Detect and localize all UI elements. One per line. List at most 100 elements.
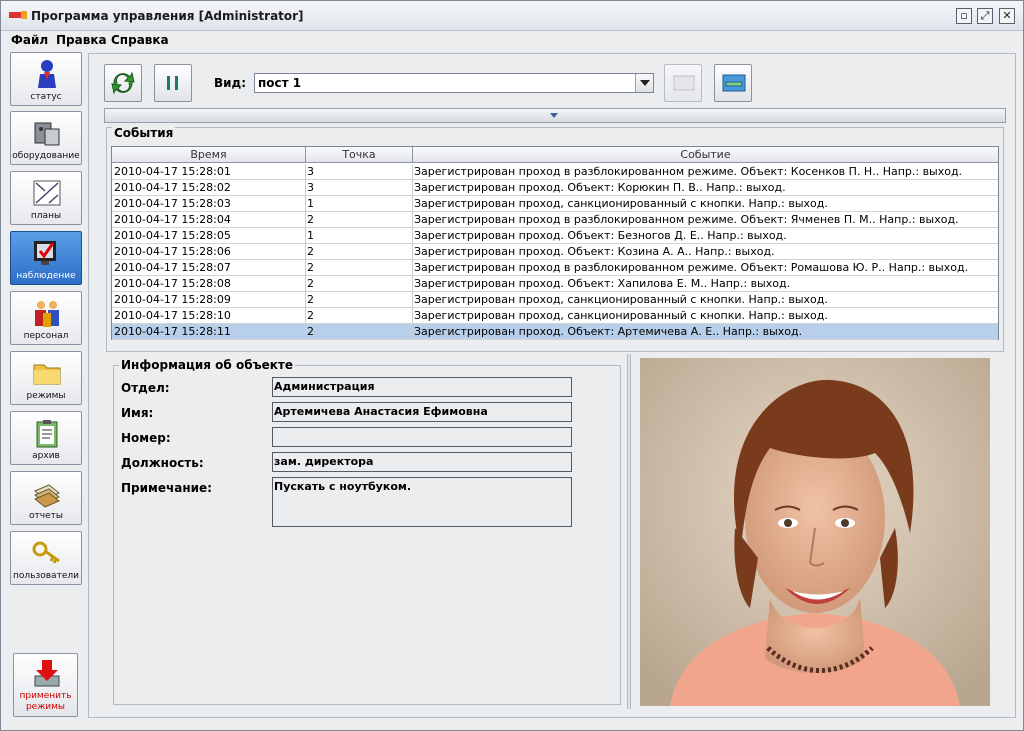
chevron-down-icon[interactable] xyxy=(635,74,653,92)
table-cell-event: Зарегистрирован проход. Объект: Артемиче… xyxy=(414,325,803,338)
sidebar-item-label: статус xyxy=(30,92,62,102)
sidebar-item-personnel[interactable]: персонал xyxy=(10,291,82,345)
note-field[interactable]: Пускать с ноутбуком. xyxy=(272,477,572,527)
table-cell-event: Зарегистрирован проход, санкционированны… xyxy=(414,293,828,306)
table-row[interactable]: 2010-04-17 15:28:02 3 Зарегистрирован прох… xyxy=(112,180,998,196)
table-cell-time: 2010-04-17 15:28:03 xyxy=(114,197,231,210)
sidebar-item-label: архив xyxy=(32,451,60,461)
table-row[interactable]: 2010-04-17 15:28:04 2 Зарегистрирован прох… xyxy=(112,212,998,228)
column-header-event[interactable]: Событие xyxy=(413,148,998,162)
clipboard-icon xyxy=(36,420,58,448)
collapse-splitter[interactable] xyxy=(104,108,1006,123)
table-cell-point: 2 xyxy=(307,261,314,274)
sidebar-item-modes[interactable]: режимы xyxy=(10,351,82,405)
view-select-value: пост 1 xyxy=(258,76,302,90)
view-select[interactable]: пост 1 xyxy=(254,73,654,93)
table-row[interactable]: 2010-04-17 15:28:11 2 Зарегистрирован прох… xyxy=(112,324,998,340)
minimize-icon[interactable]: ▫ xyxy=(956,8,972,24)
sidebar-item-label: планы xyxy=(30,211,62,221)
sidebar-item-reports[interactable]: отчеты xyxy=(10,471,82,525)
table-cell-time: 2010-04-17 15:28:02 xyxy=(114,181,231,194)
table-header: Время Точка Событие xyxy=(112,147,998,163)
table-cell-event: Зарегистрирован проход. Объект: Корюкин … xyxy=(414,181,786,194)
refresh-button[interactable] xyxy=(104,64,142,102)
menu-help[interactable]: Справка xyxy=(111,33,169,47)
sidebar-item-label: режимы xyxy=(26,391,66,401)
app-icon xyxy=(9,11,27,19)
table-row[interactable]: 2010-04-17 15:28:03 1 Зарегистрирован прох… xyxy=(112,196,998,212)
table-cell-event: Зарегистрирован проход в разблокированно… xyxy=(414,213,959,226)
key-icon xyxy=(32,541,60,564)
table-row[interactable]: 2010-04-17 15:28:06 2 Зарегистрирован прох… xyxy=(112,244,998,260)
apply-modes-label: применить режимы xyxy=(14,691,77,713)
sidebar-item-plans[interactable]: планы xyxy=(10,171,82,225)
maximize-icon[interactable]: ⤢ xyxy=(977,8,993,24)
close-icon[interactable]: ✕ xyxy=(999,8,1015,24)
table-cell-point: 3 xyxy=(307,181,314,194)
table-row[interactable]: 2010-04-17 15:28:05 1 Зарегистрирован прох… xyxy=(112,228,998,244)
panel-divider[interactable] xyxy=(627,354,631,709)
field-label-department: Отдел: xyxy=(121,381,170,395)
pause-button[interactable] xyxy=(154,64,192,102)
status-icon xyxy=(38,60,56,88)
table-row[interactable]: 2010-04-17 15:28:01 3 Зарегистрирован прох… xyxy=(112,164,998,180)
table-cell-time: 2010-04-17 15:28:05 xyxy=(114,229,231,242)
position-field[interactable]: зам. директора xyxy=(272,452,572,472)
table-row[interactable]: 2010-04-17 15:28:07 2 Зарегистрирован прох… xyxy=(112,260,998,276)
menu-edit[interactable]: Правка xyxy=(56,33,107,47)
name-field[interactable]: Артемичева Анастасия Ефимовна xyxy=(272,402,572,422)
apply-arrow-icon xyxy=(34,660,60,687)
sidebar-item-equipment[interactable]: оборудование xyxy=(10,111,82,165)
table-cell-event: Зарегистрирован проход. Объект: Хапилова… xyxy=(414,277,791,290)
folder-icon xyxy=(33,364,61,385)
plans-icon xyxy=(33,180,61,206)
pause-icon xyxy=(167,76,178,90)
apply-label-line1: применить xyxy=(19,691,72,701)
screen-icon xyxy=(673,75,695,91)
table-cell-point: 1 xyxy=(307,229,314,242)
table-cell-time: 2010-04-17 15:28:10 xyxy=(114,309,231,322)
events-table[interactable]: Время Точка Событие 2010-04-17 15:28:01 3… xyxy=(111,146,999,340)
sidebar-item-status[interactable]: статус xyxy=(10,52,82,106)
department-field[interactable]: Администрация xyxy=(272,377,572,397)
column-header-time[interactable]: Время xyxy=(112,148,305,162)
table-cell-time: 2010-04-17 15:28:01 xyxy=(114,165,231,178)
table-cell-event: Зарегистрирован проход, санкционированны… xyxy=(414,309,828,322)
sidebar-item-users[interactable]: пользователи xyxy=(10,531,82,585)
sidebar-item-label: отчеты xyxy=(29,511,63,521)
table-row[interactable]: 2010-04-17 15:28:10 2 Зарегистрирован прох… xyxy=(112,308,998,324)
column-header-point[interactable]: Точка xyxy=(306,148,412,162)
table-cell-point: 2 xyxy=(307,213,314,226)
note-value: Пускать с ноутбуком. xyxy=(274,480,412,493)
table-cell-time: 2010-04-17 15:28:11 xyxy=(114,325,231,338)
person-photo-image xyxy=(640,358,990,706)
sidebar-item-label: оборудование xyxy=(12,151,80,161)
monitoring-icon xyxy=(34,241,56,265)
apply-modes-button[interactable]: применить режимы xyxy=(13,653,78,717)
table-cell-time: 2010-04-17 15:28:07 xyxy=(114,261,231,274)
field-label-position: Должность: xyxy=(121,456,204,470)
reports-icon xyxy=(34,484,60,508)
table-row[interactable]: 2010-04-17 15:28:09 2 Зарегистрирован прох… xyxy=(112,292,998,308)
window-mode-button[interactable] xyxy=(714,64,752,102)
table-cell-time: 2010-04-17 15:28:04 xyxy=(114,213,231,226)
table-cell-point: 2 xyxy=(307,309,314,322)
table-row[interactable]: 2010-04-17 15:28:08 2 Зарегистрирован прох… xyxy=(112,276,998,292)
table-cell-point: 2 xyxy=(307,245,314,258)
sidebar-item-label: пользователи xyxy=(13,571,79,581)
table-cell-point: 3 xyxy=(307,165,314,178)
sidebar-item-archive[interactable]: архив xyxy=(10,411,82,465)
number-field[interactable] xyxy=(272,427,572,447)
sidebar-item-monitoring[interactable]: наблюдение xyxy=(10,231,82,285)
sidebar-item-label: наблюдение xyxy=(16,271,76,281)
menu-file[interactable]: Файл xyxy=(11,33,48,47)
apply-label-line2: режимы xyxy=(25,702,66,712)
table-cell-event: Зарегистрирован проход в разблокированно… xyxy=(414,165,963,178)
field-label-name: Имя: xyxy=(121,406,154,420)
equipment-icon xyxy=(34,122,60,146)
name-value: Артемичева Анастасия Ефимовна xyxy=(274,405,488,418)
object-info-title: Информация об объекте xyxy=(119,358,295,372)
fullscreen-button[interactable] xyxy=(664,64,702,102)
table-cell-point: 1 xyxy=(307,197,314,210)
title-bar: Программа управления [Administrator] ▫ ⤢… xyxy=(1,1,1023,31)
